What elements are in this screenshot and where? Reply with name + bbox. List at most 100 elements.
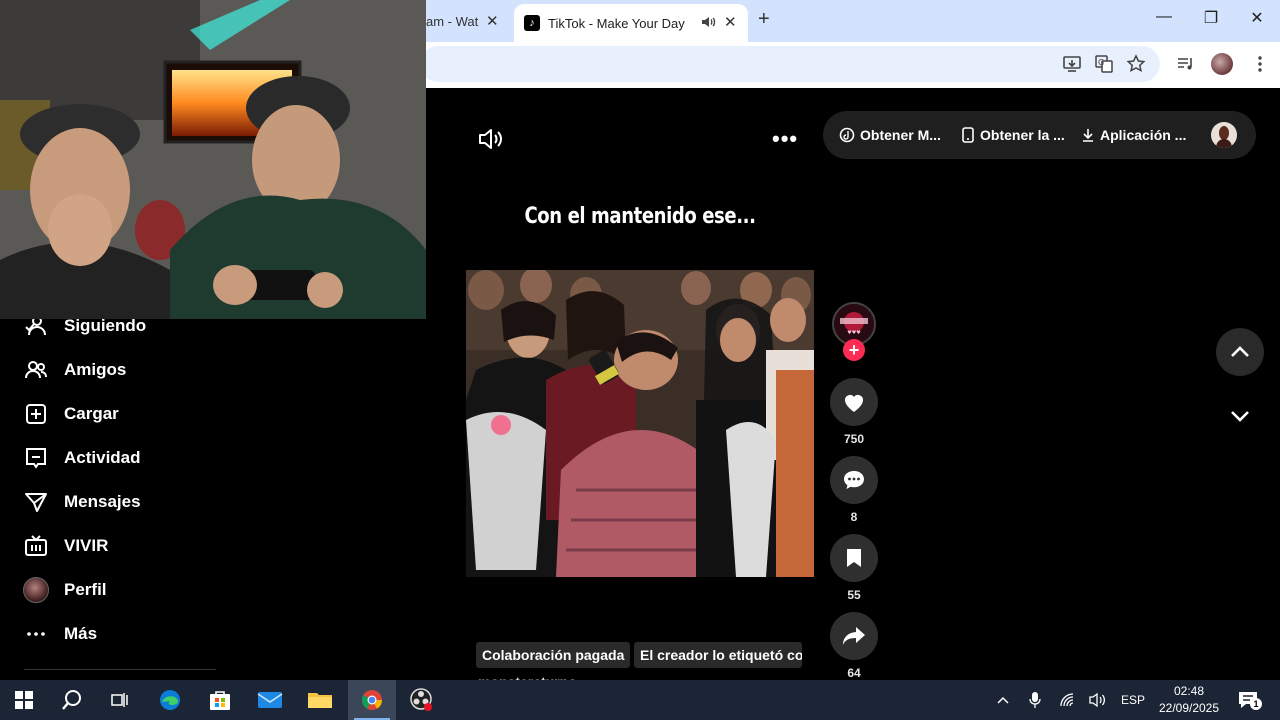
get-app-button[interactable]: Obtener la ...	[961, 125, 1065, 145]
creator-tagged-tag[interactable]: El creador lo etiquetó co	[634, 642, 802, 668]
like-button[interactable]	[830, 378, 878, 426]
video-player[interactable]	[466, 270, 814, 577]
task-view-button[interactable]	[96, 680, 144, 720]
get-coins-label: Obtener M...	[860, 127, 941, 143]
edge-icon	[160, 690, 180, 710]
microphone-icon	[1029, 692, 1041, 708]
activity-icon	[22, 444, 50, 472]
webcam-overlay	[0, 0, 426, 319]
share-icon	[843, 627, 865, 645]
video-more-options-button[interactable]: •••	[772, 126, 798, 152]
comment-button[interactable]	[830, 456, 878, 504]
get-coins-button[interactable]: Obtener M...	[839, 125, 941, 145]
phone-icon	[962, 127, 974, 143]
sidebar-divider	[24, 669, 216, 670]
sidebar-item-label: Más	[64, 624, 98, 643]
tab-youtube[interactable]: am - Wat ✕	[420, 6, 512, 36]
bookmark-star-icon[interactable]	[1126, 54, 1146, 74]
sidebar-item-activity[interactable]: Actividad	[22, 443, 222, 473]
minimize-window-button[interactable]: —	[1154, 8, 1174, 26]
tiktok-favicon-icon: ♪	[524, 15, 540, 31]
address-bar[interactable]: G	[420, 46, 1160, 82]
translate-icon[interactable]: G	[1094, 54, 1114, 74]
taskbar-edge[interactable]	[146, 680, 194, 720]
taskbar-obs[interactable]	[398, 680, 446, 720]
profile-avatar[interactable]	[1211, 122, 1237, 148]
volume-icon[interactable]	[478, 128, 504, 150]
notification-badge: 1	[1250, 698, 1262, 710]
windows-logo-icon	[15, 691, 33, 709]
follow-button[interactable]: +	[843, 339, 865, 361]
task-view-icon	[111, 693, 128, 707]
taskbar-chrome[interactable]	[348, 680, 396, 720]
sidebar-item-label: Actividad	[64, 448, 141, 467]
search-button[interactable]	[48, 680, 96, 720]
previous-video-button[interactable]	[1216, 328, 1264, 376]
folder-icon	[308, 693, 332, 708]
sidebar-item-live[interactable]: VIVIR	[22, 531, 222, 561]
comment-icon	[844, 471, 864, 489]
close-tab-icon[interactable]: ✕	[486, 12, 499, 30]
sidebar-item-label: VIVIR	[64, 536, 109, 555]
top-actions-bar: Obtener M... Obtener la ... Aplicación .…	[823, 111, 1256, 159]
search-icon	[62, 690, 81, 710]
clock-time: 02:48	[1173, 684, 1205, 698]
taskbar-clock[interactable]: 02:48 22/09/2025	[1150, 683, 1228, 717]
tab-tiktok[interactable]: ♪ TikTok - Make Your Day ✕	[514, 4, 748, 42]
notification-center-button[interactable]: 1	[1238, 690, 1262, 710]
webcam-image	[0, 0, 426, 319]
heart-icon	[845, 395, 863, 412]
messages-icon	[22, 488, 50, 516]
close-window-button[interactable]: ✕	[1247, 8, 1267, 28]
profile-avatar	[22, 576, 50, 604]
video-caption: Con el mantenido ese...	[524, 204, 756, 229]
network-tray[interactable]	[1058, 690, 1078, 710]
input-language[interactable]: ESP	[1120, 690, 1146, 710]
screen: am - Wat ✕ ♪ TikTok - Make Your Day ✕ + …	[0, 0, 1280, 720]
mail-icon	[257, 692, 283, 708]
browser-menu-icon[interactable]	[1250, 54, 1270, 74]
comment-count: 8	[850, 510, 858, 524]
taskbar-file-explorer[interactable]	[296, 680, 344, 720]
more-icon	[22, 620, 50, 648]
close-tab-icon[interactable]: ✕	[724, 13, 737, 31]
show-hidden-icons-button[interactable]	[993, 690, 1013, 710]
upload-icon	[22, 400, 50, 428]
save-count: 55	[847, 588, 861, 602]
volume-tray[interactable]	[1088, 690, 1108, 710]
restore-window-button[interactable]: ❐	[1201, 8, 1221, 28]
sidebar-item-more[interactable]: Más	[22, 619, 222, 649]
taskbar-mail[interactable]	[246, 680, 294, 720]
save-button[interactable]	[830, 534, 878, 582]
share-count: 64	[847, 666, 861, 680]
download-app-label: Aplicación ...	[1100, 127, 1187, 143]
sidebar-item-profile[interactable]: Perfil	[22, 575, 222, 605]
profile-avatar[interactable]	[1211, 53, 1233, 75]
download-app-button[interactable]: Aplicación ...	[1081, 125, 1186, 145]
chevron-down-icon	[1231, 411, 1249, 422]
tab-audio-playing-icon[interactable]	[700, 14, 716, 30]
sidebar-item-label: Amigos	[64, 360, 127, 379]
microphone-tray[interactable]	[1025, 690, 1045, 710]
new-tab-button[interactable]: +	[758, 8, 770, 31]
svg-text:G: G	[1098, 58, 1104, 67]
sidebar-item-label: Mensajes	[64, 492, 141, 511]
tiktok-coin-icon	[839, 127, 855, 143]
video-frame	[466, 270, 814, 577]
windows-taskbar: ESP 02:48 22/09/2025 1	[0, 680, 1280, 720]
bookmark-icon	[847, 549, 861, 567]
download-icon	[1083, 129, 1093, 142]
sidebar-item-upload[interactable]: Cargar	[22, 399, 222, 429]
paid-partnership-tag[interactable]: Colaboración pagada	[476, 642, 631, 668]
obs-icon	[410, 688, 432, 711]
media-controls-icon[interactable]	[1176, 54, 1196, 74]
share-button[interactable]	[830, 612, 878, 660]
sidebar-item-messages[interactable]: Mensajes	[22, 487, 222, 517]
sidebar-item-friends[interactable]: Amigos	[22, 355, 222, 385]
start-button[interactable]	[0, 680, 48, 720]
next-video-button[interactable]	[1216, 392, 1264, 440]
clock-date: 22/09/2025	[1158, 701, 1220, 715]
taskbar-store[interactable]	[196, 680, 244, 720]
chevron-up-icon	[997, 696, 1009, 704]
install-app-icon[interactable]	[1062, 54, 1082, 74]
